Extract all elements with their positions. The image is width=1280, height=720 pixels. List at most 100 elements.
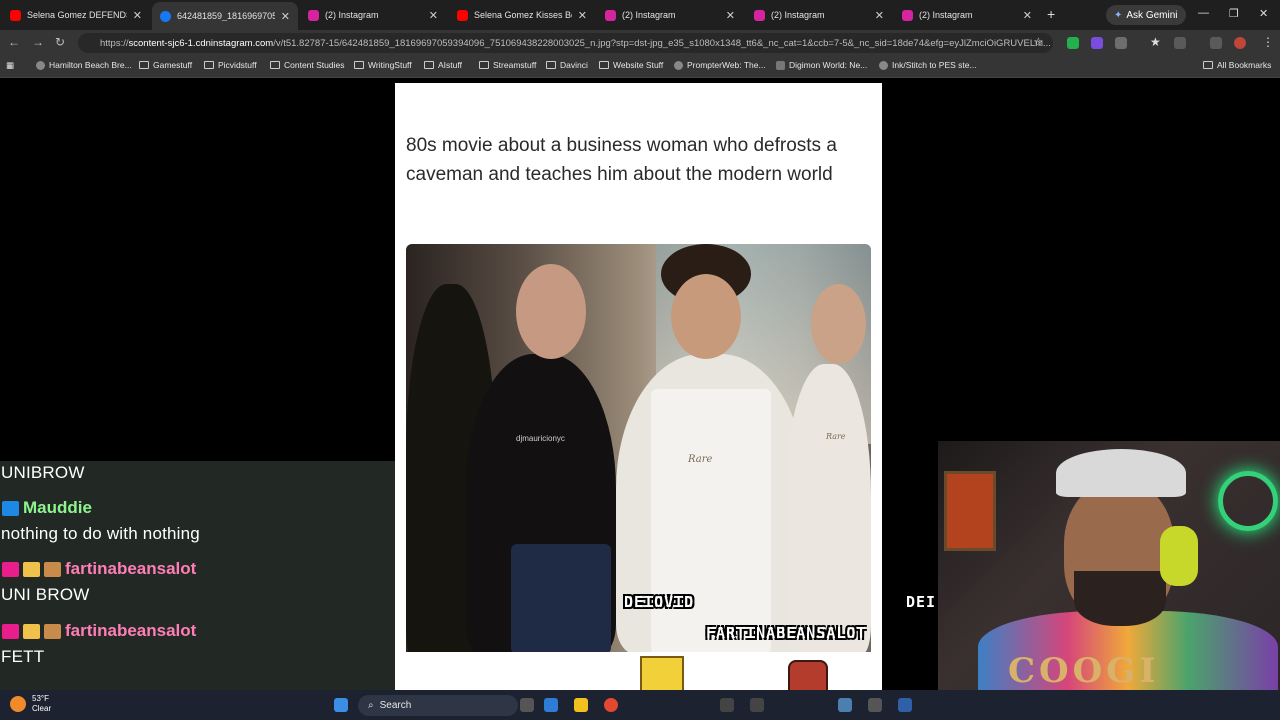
url-field[interactable]: https://scontent-sjc6-1.cdninstagram.com… [78, 33, 1053, 53]
bookmark-label: Website Stuff [613, 60, 664, 70]
bookmark-label: AIstuff [438, 60, 462, 70]
close-icon[interactable]: ✕ [726, 9, 735, 22]
bookmark-folder[interactable]: AIstuff [424, 60, 462, 70]
shirt-text: COOGI [1008, 651, 1160, 690]
tab-1[interactable]: Selena Gomez DEFENDS Be ✕ [2, 4, 150, 26]
gem-icon [2, 623, 19, 639]
weather-widget[interactable]: 53°F Clear [10, 694, 51, 714]
close-icon[interactable]: ✕ [133, 9, 142, 22]
address-toolbar: ← → ↻ https://scontent-sjc6-1.cdninstagr… [0, 30, 1280, 56]
new-tab-button[interactable]: + [1047, 6, 1055, 22]
task-view-icon[interactable] [520, 698, 534, 712]
folder-icon [424, 61, 434, 69]
extension-icon[interactable] [1067, 37, 1079, 49]
bookmark-label: WritingStuff [368, 60, 412, 70]
reload-icon[interactable]: ↻ [55, 35, 65, 49]
bookmark-star-icon[interactable]: ★ [1150, 35, 1161, 49]
windows-taskbar: 53°F Clear ⌕ Search [0, 690, 1280, 720]
weather-condition: Clear [32, 704, 52, 713]
bookmark-item[interactable]: Hamilton Beach Bre... [36, 60, 132, 70]
ask-gemini-button[interactable]: ✦ Ask Gemini [1106, 5, 1186, 25]
chat-message: UNI BROW [1, 585, 90, 604]
tab-title: 642481859_181696970593 [177, 11, 275, 21]
close-window-icon[interactable]: ✕ [1259, 7, 1268, 20]
minimize-icon[interactable]: — [1198, 7, 1209, 19]
post-photo: djmauricionyc Rare Rare [406, 244, 871, 652]
post-caption: 80s movie about a business woman who def… [406, 135, 837, 185]
tab-2[interactable]: 642481859_181696970593 ✕ [152, 2, 298, 30]
chat-message: UNIBROW [1, 463, 85, 482]
bookmark-label: Davinci [560, 60, 588, 70]
tab-title: Selena Gomez Kisses Benny [474, 10, 572, 20]
close-icon[interactable]: ✕ [429, 9, 438, 22]
close-icon[interactable]: ✕ [578, 9, 587, 22]
app-icon[interactable] [720, 698, 734, 712]
all-bookmarks-button[interactable]: All Bookmarks [1203, 60, 1271, 70]
weather-icon [10, 696, 26, 712]
bookmark-folder[interactable]: WritingStuff [354, 60, 412, 70]
bookmark-item[interactable]: PrompterWeb: The... [674, 60, 766, 70]
close-icon[interactable]: ✕ [281, 10, 290, 23]
bookmark-folder[interactable]: Website Stuff [599, 60, 663, 70]
bookmark-folder[interactable]: Streamstuff [479, 60, 536, 70]
app-icon[interactable] [750, 698, 764, 712]
bookmark-folder[interactable]: Picvidstuff [204, 60, 257, 70]
bookmark-folder[interactable]: Content Studies [270, 60, 344, 70]
menu-icon[interactable]: ⋮ [1262, 35, 1274, 49]
browser-tab-bar: Selena Gomez DEFENDS Be ✕ 642481859_1816… [0, 0, 1280, 30]
sidepanel-icon[interactable] [1174, 37, 1186, 49]
chat-username: fartinabeansalot [2, 621, 196, 641]
ask-gemini-label: Ask Gemini [1126, 9, 1178, 21]
temperature: 53°F [32, 694, 49, 703]
streamer-cap [1056, 449, 1186, 497]
globe-icon [674, 60, 683, 70]
extension-icon[interactable] [1091, 37, 1103, 49]
avatar[interactable] [1234, 37, 1246, 49]
app-icon[interactable] [868, 698, 882, 712]
forward-icon[interactable]: → [32, 35, 44, 49]
tab-title: (2) Instagram [622, 10, 676, 20]
chrome-icon[interactable] [604, 698, 618, 712]
apron [651, 389, 771, 652]
bookmark-folder[interactable]: Gamestuff [139, 60, 192, 70]
url-path: /v/t51.82787-15/642481859_18169697059394… [273, 37, 1051, 49]
instagram-icon [605, 9, 616, 21]
app-icon[interactable] [898, 698, 912, 712]
app-icon[interactable] [838, 698, 852, 712]
file-explorer-icon[interactable] [574, 698, 588, 712]
woman-right-head [811, 284, 866, 364]
close-icon[interactable]: ✕ [875, 9, 884, 22]
puzzle-icon[interactable] [1115, 37, 1127, 49]
url-prefix: https:// [100, 37, 129, 49]
taskbar-search[interactable]: ⌕ Search [358, 695, 518, 716]
facebook-icon [160, 10, 171, 22]
close-icon[interactable]: ✕ [1023, 9, 1032, 22]
bookmark-item[interactable]: Digimon World: Ne... [776, 60, 867, 70]
star-icon[interactable]: ☆ [1033, 35, 1044, 49]
apps-icon[interactable]: ▦ [6, 60, 14, 71]
bookmark-label: PrompterWeb: The... [687, 60, 766, 70]
start-icon[interactable] [334, 698, 348, 712]
tab-7[interactable]: (2) Instagram ✕ [894, 4, 1040, 26]
streamer-beard [1074, 571, 1166, 626]
gift-icon [44, 623, 61, 639]
bookmark-folder[interactable]: Davinci [546, 60, 588, 70]
bookmark-item[interactable]: Ink/Stitch to PES ste... [879, 60, 977, 70]
first-badge-icon [23, 561, 40, 577]
tab-3[interactable]: (2) Instagram ✕ [300, 4, 446, 26]
search-icon: ⌕ [368, 700, 374, 711]
folder-icon [479, 61, 489, 69]
tab-5[interactable]: (2) Instagram ✕ [597, 4, 743, 26]
copilot-icon[interactable] [544, 698, 558, 712]
url-host: scontent-sjc6-1.cdninstagram.com [128, 37, 274, 49]
tab-4[interactable]: Selena Gomez Kisses Benny ✕ [449, 4, 595, 26]
tab-6[interactable]: (2) Instagram ✕ [746, 4, 892, 26]
tab-title: (2) Instagram [325, 10, 379, 20]
bookmark-label: Streamstuff [493, 60, 537, 70]
back-icon[interactable]: ← [8, 35, 20, 49]
tab-title: (2) Instagram [771, 10, 825, 20]
download-icon[interactable] [1210, 37, 1222, 49]
restore-icon[interactable]: ❐ [1229, 7, 1239, 20]
apron-logo: Rare [688, 454, 713, 465]
instagram-icon [754, 9, 765, 21]
